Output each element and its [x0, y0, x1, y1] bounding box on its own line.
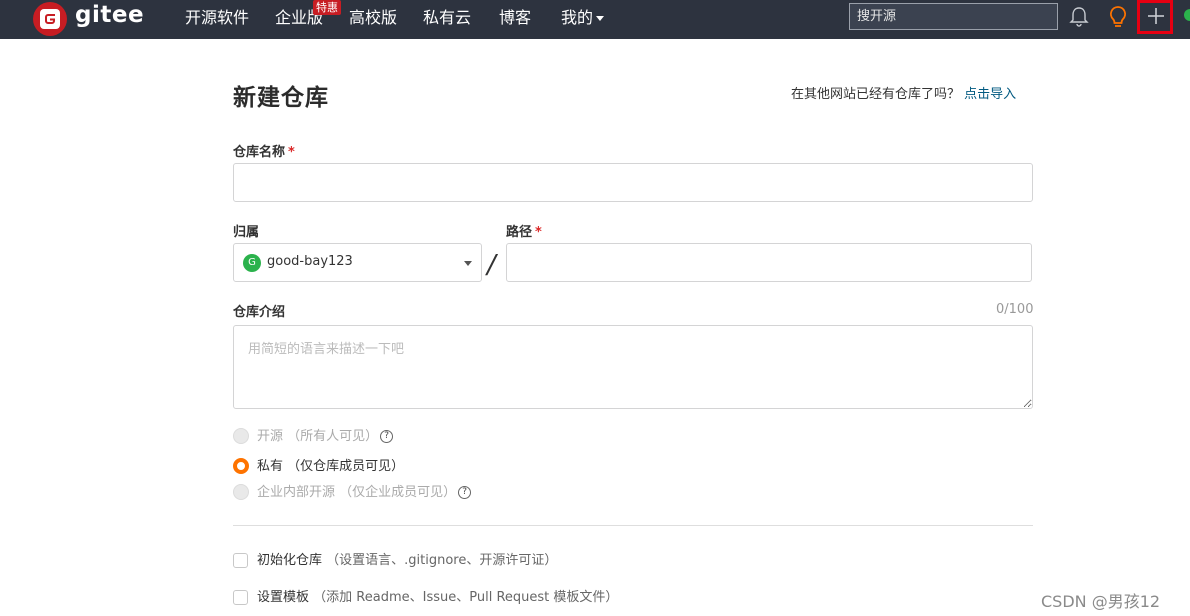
- init-repo-label: 初始化仓库 （设置语言、.gitignore、开源许可证）: [257, 552, 557, 569]
- gitee-logo-icon[interactable]: [33, 2, 67, 36]
- chevron-down-icon: [596, 16, 605, 21]
- repo-name-label-text: 仓库名称: [233, 145, 286, 160]
- help-icon[interactable]: ?: [458, 486, 472, 499]
- visibility-option-label: 开源 （所有人可见）?: [257, 428, 394, 445]
- page-title: 新建仓库: [233, 85, 329, 111]
- visibility-public-text: 开源 （所有人可见）: [257, 429, 379, 444]
- radio-button-checked[interactable]: [233, 458, 249, 474]
- repo-name-label: 仓库名称 *: [233, 141, 295, 160]
- repo-path-input[interactable]: [506, 243, 1032, 282]
- path-label-text: 路径: [506, 225, 533, 240]
- annotation-highlight-box: [1137, 0, 1173, 34]
- visibility-private-text: 私有 （仅仓库成员可见）: [257, 459, 405, 474]
- radio-button[interactable]: [233, 484, 249, 500]
- nav-mine-dropdown[interactable]: 我的: [561, 8, 605, 28]
- logo-text[interactable]: gitee: [75, 2, 144, 28]
- description-counter: 0/100: [996, 302, 1034, 317]
- init-repo-label-text: 初始化仓库: [257, 553, 323, 568]
- description-textarea[interactable]: [233, 325, 1033, 409]
- watermark: CSDN @男孩12: [1041, 592, 1161, 611]
- nav-education[interactable]: 高校版: [349, 8, 397, 28]
- radio-button[interactable]: [233, 428, 249, 444]
- import-prompt: 在其他网站已经有仓库了吗？ 点击导入: [791, 83, 1016, 102]
- owner-label: 归属: [233, 225, 260, 240]
- nav-blog[interactable]: 博客: [499, 8, 531, 28]
- chevron-down-icon: [464, 261, 472, 266]
- owner-select[interactable]: G good-bay123: [233, 243, 482, 282]
- repo-name-input[interactable]: [233, 163, 1033, 202]
- init-repo-hint: （设置语言、.gitignore、开源许可证）: [326, 553, 558, 568]
- nav-private-cloud[interactable]: 私有云: [423, 8, 471, 28]
- lightbulb-icon[interactable]: [1108, 5, 1128, 33]
- owner-value: good-bay123: [267, 254, 353, 269]
- required-mark: *: [535, 225, 542, 240]
- import-prompt-text: 在其他网站已经有仓库了吗？: [791, 87, 961, 102]
- template-hint: （添加 Readme、Issue、Pull Request 模板文件）: [313, 590, 619, 605]
- owner-avatar: G: [243, 254, 261, 272]
- required-mark: *: [288, 145, 295, 160]
- init-repo-checkbox[interactable]: [233, 553, 248, 568]
- section-divider: [233, 525, 1033, 526]
- template-label-text: 设置模板: [257, 590, 310, 605]
- nav-mine-label: 我的: [561, 8, 594, 27]
- import-link[interactable]: 点击导入: [964, 87, 1016, 102]
- bell-icon[interactable]: [1069, 6, 1089, 32]
- template-checkbox[interactable]: [233, 590, 248, 605]
- visibility-enterprise-text: 企业内部开源 （仅企业成员可见）: [257, 485, 457, 500]
- nav-open-source[interactable]: 开源软件: [185, 8, 249, 28]
- help-icon[interactable]: ?: [380, 430, 394, 443]
- path-separator: /: [487, 250, 496, 280]
- search-input[interactable]: [849, 3, 1058, 30]
- template-label: 设置模板 （添加 Readme、Issue、Pull Request 模板文件）: [257, 589, 618, 606]
- top-navbar: gitee 开源软件 企业版 特惠 高校版 私有云 博客 我的: [0, 0, 1190, 39]
- user-avatar[interactable]: [1184, 9, 1190, 21]
- visibility-option-label: 企业内部开源 （仅企业成员可见）?: [257, 484, 472, 501]
- path-label: 路径 *: [506, 221, 542, 240]
- description-label: 仓库介绍: [233, 305, 286, 320]
- promo-badge: 特惠: [313, 0, 341, 15]
